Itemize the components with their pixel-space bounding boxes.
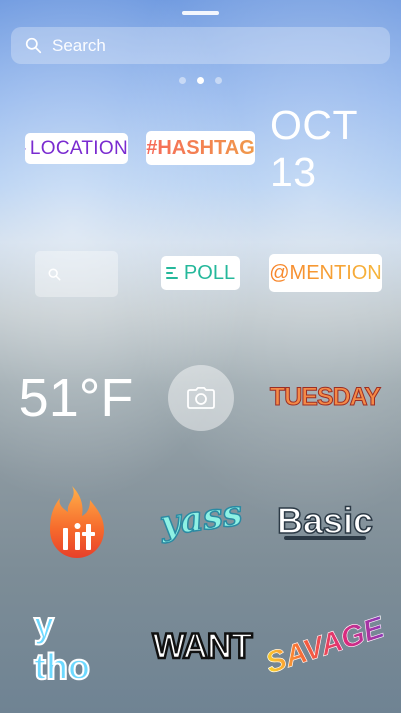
date-label: OCT 13	[270, 102, 358, 195]
camera-icon	[187, 387, 215, 409]
search-bar[interactable]: Search	[11, 27, 390, 64]
page-indicator	[0, 77, 401, 84]
hashtag-label: #HASHTAG	[146, 136, 255, 159]
poll-bars-icon	[165, 267, 178, 279]
location-pin-icon	[25, 147, 26, 150]
want-label: WANT	[151, 626, 254, 668]
temperature-sticker[interactable]: 51°F	[19, 368, 134, 428]
basic-underline	[284, 536, 366, 540]
poll-label: POLL	[183, 261, 236, 284]
date-sticker[interactable]: OCT 13	[270, 102, 380, 195]
mention-label: @MENTION	[269, 261, 382, 284]
mention-sticker[interactable]: @MENTION	[269, 254, 382, 292]
search-icon	[48, 268, 61, 280]
camera-sticker[interactable]	[168, 365, 234, 431]
ytho-label: y tho	[33, 603, 91, 688]
lit-sticker[interactable]	[48, 484, 106, 560]
day-sticker[interactable]: TUESDAY	[269, 380, 381, 414]
page-dot[interactable]	[215, 77, 222, 84]
search-placeholder: Search	[52, 35, 106, 55]
yass-sticker[interactable]: yass	[157, 485, 246, 552]
temperature-label: 51°F	[18, 368, 134, 428]
day-label: TUESDAY	[269, 382, 381, 411]
page-dot-active[interactable]	[197, 77, 204, 84]
savage-label: SAVAGE	[261, 610, 389, 681]
location-label: LOCATION	[29, 137, 128, 159]
poll-sticker[interactable]: POLL	[161, 256, 240, 290]
location-sticker[interactable]: LOCATION	[25, 133, 128, 164]
search-icon	[25, 37, 42, 54]
basic-sticker[interactable]: Basic	[276, 497, 374, 545]
drag-handle[interactable]	[182, 11, 219, 15]
flame-icon	[50, 486, 104, 558]
yass-label: yass	[157, 491, 246, 545]
ytho-sticker[interactable]: y tho	[33, 603, 119, 688]
page-dot[interactable]	[179, 77, 186, 84]
savage-sticker[interactable]: SAVAGE	[261, 605, 388, 687]
want-sticker[interactable]: WANT	[151, 625, 254, 669]
hashtag-sticker[interactable]: #HASHTAG	[146, 131, 255, 165]
gif-search-sticker[interactable]	[35, 251, 118, 297]
